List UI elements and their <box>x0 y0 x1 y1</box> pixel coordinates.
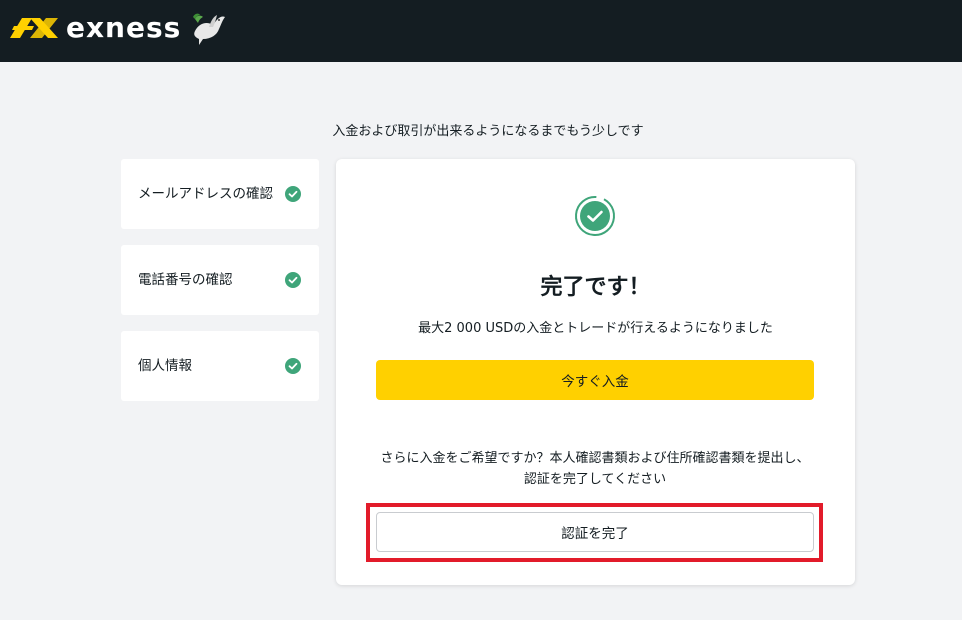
deposit-now-button[interactable]: 今すぐ入金 <box>376 360 814 400</box>
verification-note: さらに入金をご希望ですか？本人確認書類および住所確認書類を提出し、認証を完了して… <box>380 451 810 487</box>
success-check-icon <box>575 196 615 236</box>
step-label: 個人情報 <box>138 358 192 374</box>
top-navigation-bar: exness <box>0 0 962 62</box>
check-circle-icon <box>285 272 301 288</box>
step-label: メールアドレスの確認 <box>138 186 273 202</box>
brand-name: exness <box>66 11 182 44</box>
check-circle-icon <box>285 358 301 374</box>
exness-logo-icon <box>10 18 58 38</box>
step-label: 電話番号の確認 <box>138 272 233 288</box>
card-title: 完了です！ <box>540 275 651 300</box>
step-phone-verification: 電話番号の確認 <box>121 245 319 315</box>
card-description: 最大2 000 USDの入金とトレードが行えるようになりました <box>418 321 773 336</box>
complete-verification-button[interactable]: 認証を完了 <box>376 512 814 552</box>
step-personal-info: 個人情報 <box>121 331 319 401</box>
check-circle-icon <box>285 186 301 202</box>
step-email-verification: メールアドレスの確認 <box>121 159 319 229</box>
brand-logo[interactable]: exness <box>8 10 229 46</box>
dove-icon <box>193 13 226 45</box>
completion-card: 完了です！ 最大2 000 USDの入金とトレードが行えるようになりました 今す… <box>336 159 855 585</box>
progress-subtitle: 入金および取引が出来るようになるまでもう少しです <box>332 124 644 139</box>
